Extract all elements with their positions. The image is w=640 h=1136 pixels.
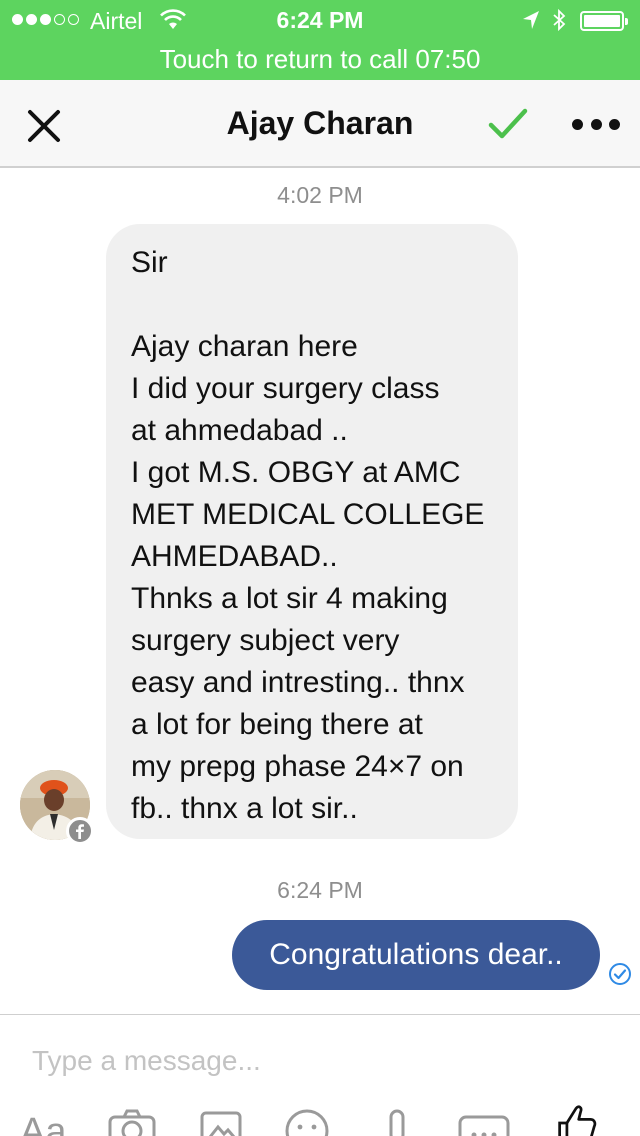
message-timestamp: 4:02 PM — [277, 182, 363, 208]
status-area: Airtel 6:24 PM Touch to return to call 0… — [0, 0, 640, 80]
gallery-icon[interactable] — [198, 1107, 244, 1136]
camera-icon[interactable] — [108, 1107, 156, 1136]
more-apps-icon[interactable] — [458, 1107, 510, 1136]
incoming-message-bubble[interactable]: Sir Ajay charan here I did your surgery … — [106, 224, 518, 839]
status-time: 6:24 PM — [276, 7, 364, 33]
message-input[interactable] — [32, 1039, 612, 1083]
return-to-call-banner[interactable]: Touch to return to call 07:50 — [0, 40, 640, 80]
text-format-button[interactable]: Aa — [20, 1111, 66, 1136]
chat-header: Ajay Charan — [0, 80, 640, 168]
bluetooth-icon — [553, 8, 566, 32]
message-composer: Aa — [0, 1014, 640, 1136]
conversation-title: Ajay Charan — [226, 105, 414, 141]
close-icon[interactable] — [24, 106, 64, 146]
like-icon[interactable] — [552, 1103, 600, 1136]
outgoing-message-bubble[interactable]: Congratulations dear.. — [232, 920, 600, 990]
location-arrow-icon — [523, 11, 539, 29]
battery-icon — [580, 11, 628, 31]
delivered-check-icon — [609, 963, 631, 985]
more-options-icon[interactable] — [572, 116, 620, 132]
status-bar: Airtel 6:24 PM — [0, 0, 640, 40]
facebook-badge-icon — [66, 817, 94, 845]
message-timestamp: 6:24 PM — [277, 877, 363, 903]
emoji-icon[interactable] — [284, 1107, 330, 1136]
checkmark-icon[interactable] — [486, 104, 530, 144]
microphone-icon[interactable] — [382, 1107, 412, 1136]
